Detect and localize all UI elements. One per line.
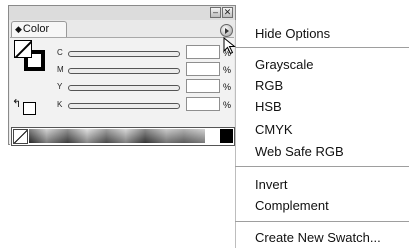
menu-separator bbox=[235, 221, 409, 222]
panel-flyout-menu: Hide Options Grayscale RGB HSB CMYK Web … bbox=[235, 20, 409, 248]
channel-input-m[interactable] bbox=[186, 62, 220, 76]
channel-row-y: Y % bbox=[10, 79, 234, 95]
panel-body: ↰ C % M % Y % K % bbox=[10, 37, 235, 146]
none-color-swatch[interactable] bbox=[13, 129, 28, 144]
channel-label-m: M bbox=[57, 65, 64, 74]
panel-menu-icon[interactable] bbox=[220, 24, 233, 37]
channel-slider-k[interactable] bbox=[68, 103, 180, 109]
menu-separator bbox=[235, 47, 409, 48]
menu-item-cmyk[interactable]: CMYK bbox=[255, 122, 293, 137]
menu-separator bbox=[235, 166, 409, 167]
menu-item-hide-options[interactable]: Hide Options bbox=[255, 26, 330, 41]
channel-label-y: Y bbox=[57, 82, 63, 91]
menu-item-web-safe-rgb[interactable]: Web Safe RGB bbox=[255, 144, 344, 159]
menu-item-hsb[interactable]: HSB bbox=[255, 99, 282, 114]
panel-title-bar[interactable]: – ✕ bbox=[9, 6, 235, 20]
channel-input-k[interactable] bbox=[186, 97, 220, 111]
color-spectrum-bar bbox=[11, 127, 235, 146]
white-swatch[interactable] bbox=[206, 129, 220, 143]
channel-row-m: M % bbox=[10, 62, 234, 78]
channel-unit-k: % bbox=[223, 100, 232, 110]
channel-unit-y: % bbox=[223, 82, 232, 92]
channel-slider-m[interactable] bbox=[68, 68, 180, 74]
channel-input-c[interactable] bbox=[186, 45, 220, 59]
channel-unit-m: % bbox=[223, 65, 232, 75]
channel-slider-c[interactable] bbox=[68, 51, 180, 57]
menu-item-rgb[interactable]: RGB bbox=[255, 78, 283, 93]
color-panel: – ✕ ◆Color ↰ C % M % Y % K % bbox=[8, 5, 236, 146]
channel-label-c: C bbox=[57, 48, 63, 57]
close-icon[interactable]: ✕ bbox=[222, 7, 233, 18]
channel-row-c: C % bbox=[10, 45, 234, 61]
tab-collapse-icon: ◆ bbox=[15, 24, 22, 34]
menu-item-grayscale[interactable]: Grayscale bbox=[255, 57, 314, 72]
menu-item-complement[interactable]: Complement bbox=[255, 198, 329, 213]
menu-item-create-new-swatch[interactable]: Create New Swatch... bbox=[255, 230, 381, 245]
menu-item-invert[interactable]: Invert bbox=[255, 177, 288, 192]
minimize-icon[interactable]: – bbox=[210, 7, 221, 18]
cursor-icon bbox=[223, 37, 236, 55]
color-spectrum[interactable] bbox=[29, 129, 205, 143]
tab-color-label: Color bbox=[22, 23, 50, 35]
channel-slider-y[interactable] bbox=[68, 85, 180, 91]
channel-label-k: K bbox=[57, 100, 63, 109]
channel-input-y[interactable] bbox=[186, 79, 220, 93]
tab-color[interactable]: ◆Color bbox=[11, 21, 67, 38]
channel-row-k: K % bbox=[10, 97, 234, 113]
black-swatch[interactable] bbox=[220, 129, 233, 143]
